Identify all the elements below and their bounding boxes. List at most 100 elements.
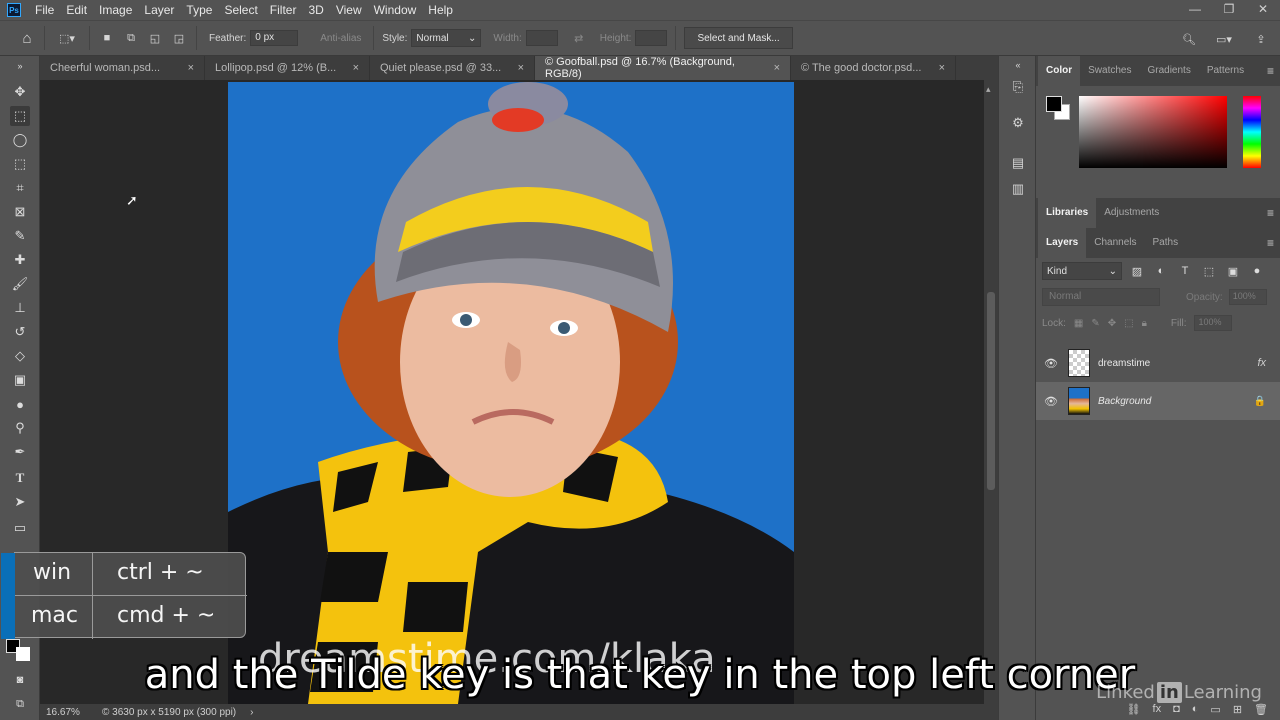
close-icon[interactable]: ×: [939, 62, 945, 74]
pen-tool-icon[interactable]: ✒︎: [10, 442, 30, 462]
workspace-icon[interactable]: ▭▾: [1210, 30, 1238, 48]
vertical-scrollbar[interactable]: ▴: [984, 80, 998, 704]
lock-all-icon[interactable]: 🔒︎: [1142, 318, 1147, 329]
brush-tool-icon[interactable]: 🖌︎: [10, 274, 30, 294]
color-picker-field[interactable]: [1079, 96, 1227, 168]
width-input[interactable]: [525, 30, 558, 46]
tab-color[interactable]: Color: [1038, 56, 1081, 86]
document-info[interactable]: © 3630 px x 5190 px (300 ppi): [102, 707, 236, 718]
menu-window[interactable]: Window: [368, 0, 423, 20]
style-select[interactable]: Normal ⌄: [411, 29, 482, 47]
clone-stamp-tool-icon[interactable]: ⊥: [10, 298, 30, 318]
scrollbar-thumb[interactable]: [987, 292, 995, 490]
close-icon[interactable]: ×: [774, 62, 780, 74]
lock-pixels-icon[interactable]: ▦: [1074, 318, 1083, 329]
crop-tool-icon[interactable]: ⌗: [10, 178, 30, 198]
collapse-panels-icon[interactable]: «: [1009, 56, 1027, 74]
close-icon[interactable]: ×: [518, 62, 524, 74]
eraser-tool-icon[interactable]: ◇: [10, 346, 30, 366]
visibility-eye-icon[interactable]: 👁︎: [1044, 395, 1060, 408]
new-layer-icon[interactable]: ⊞: [1233, 703, 1242, 716]
foreground-swatch[interactable]: [1046, 96, 1062, 112]
type-filter-icon[interactable]: T: [1176, 265, 1194, 277]
menu-view[interactable]: View: [330, 0, 368, 20]
menu-file[interactable]: File: [29, 0, 60, 20]
menu-help[interactable]: Help: [422, 0, 459, 20]
tab-gradients[interactable]: Gradients: [1139, 56, 1198, 86]
fill-input[interactable]: 100%: [1194, 315, 1233, 331]
tab-good-doctor[interactable]: © The good doctor.psd... ×: [791, 56, 956, 80]
adjustment-filter-icon[interactable]: ◐: [1152, 265, 1170, 277]
tab-cheerful-woman[interactable]: Cheerful woman.psd... ×: [40, 56, 205, 80]
path-select-tool-icon[interactable]: ➤: [10, 492, 30, 512]
marquee-preset-icon[interactable]: ⬚▾: [53, 29, 81, 47]
new-selection-icon[interactable]: ■: [98, 29, 116, 47]
shape-filter-icon[interactable]: ⬚: [1200, 265, 1218, 278]
collapse-toolbar-icon[interactable]: »: [10, 56, 30, 76]
status-menu-icon[interactable]: ›: [250, 707, 253, 718]
visibility-eye-icon[interactable]: 👁︎: [1044, 357, 1060, 370]
history-icon[interactable]: ⎘: [1009, 78, 1027, 96]
delete-layer-icon[interactable]: 🗑︎: [1254, 703, 1268, 716]
tab-goofball[interactable]: © Goofball.psd @ 16.7% (Background, RGB/…: [535, 56, 791, 80]
add-mask-icon[interactable]: ◘: [1173, 703, 1180, 715]
hue-slider[interactable]: [1243, 96, 1261, 168]
share-icon[interactable]: ⇪: [1252, 30, 1270, 48]
lock-artboard-icon[interactable]: ⬚: [1124, 318, 1133, 329]
link-layers-icon[interactable]: ⛓︎: [1127, 703, 1141, 716]
eyedropper-tool-icon[interactable]: ✎: [10, 226, 30, 246]
blend-mode-select[interactable]: Normal: [1042, 288, 1160, 306]
opacity-input[interactable]: 100%: [1228, 289, 1267, 305]
smart-object-filter-icon[interactable]: ▣: [1224, 265, 1242, 278]
menu-type[interactable]: Type: [180, 0, 218, 20]
scroll-up-icon[interactable]: ▴: [986, 84, 991, 95]
fx-icon[interactable]: fx: [1257, 357, 1266, 369]
properties-icon[interactable]: ⚙︎: [1009, 114, 1027, 132]
healing-brush-tool-icon[interactable]: ✚: [10, 250, 30, 270]
new-adjustment-icon[interactable]: ◐: [1192, 703, 1199, 715]
paragraph-icon[interactable]: ▥: [1009, 180, 1027, 198]
pixel-filter-icon[interactable]: ▨: [1128, 265, 1146, 278]
lasso-tool-icon[interactable]: ◯: [10, 130, 30, 150]
lock-paint-icon[interactable]: ✎: [1091, 318, 1099, 329]
history-brush-tool-icon[interactable]: ↺: [10, 322, 30, 342]
tab-quiet-please[interactable]: Quiet please.psd @ 33... ×: [370, 56, 535, 80]
blur-tool-icon[interactable]: ●: [10, 394, 30, 414]
rectangle-tool-icon[interactable]: ▭: [10, 518, 30, 538]
layer-row-dreamstime[interactable]: 👁︎ dreamstime fx: [1036, 344, 1280, 382]
tab-lollipop[interactable]: Lollipop.psd @ 12% (B... ×: [205, 56, 370, 80]
add-style-icon[interactable]: fx: [1153, 703, 1162, 715]
tab-libraries[interactable]: Libraries: [1038, 198, 1097, 228]
menu-layer[interactable]: Layer: [138, 0, 180, 20]
type-tool-icon[interactable]: T: [10, 468, 30, 488]
tab-paths[interactable]: Paths: [1145, 228, 1187, 258]
object-select-tool-icon[interactable]: ⬚: [10, 154, 30, 174]
close-window-icon[interactable]: ✕: [1246, 0, 1280, 18]
select-and-mask-button[interactable]: Select and Mask...: [684, 27, 793, 49]
move-tool-icon[interactable]: ✥: [10, 82, 30, 102]
gradient-tool-icon[interactable]: ▣: [10, 370, 30, 390]
zoom-level[interactable]: 16.67%: [40, 707, 90, 718]
height-input[interactable]: [635, 30, 668, 46]
minimize-icon[interactable]: —: [1178, 0, 1212, 18]
menu-filter[interactable]: Filter: [264, 0, 303, 20]
dodge-tool-icon[interactable]: ⚲: [10, 418, 30, 438]
document-photo[interactable]: dreamstime.com/klaka: [228, 82, 794, 704]
add-selection-icon[interactable]: ⧉: [122, 29, 140, 47]
filter-toggle-icon[interactable]: ●: [1248, 265, 1266, 277]
close-icon[interactable]: ×: [188, 62, 194, 74]
home-icon[interactable]: ⌂: [18, 29, 36, 47]
antialias-checkbox[interactable]: Anti-alias: [320, 33, 361, 44]
frame-tool-icon[interactable]: ⊠: [10, 202, 30, 222]
marquee-tool-icon[interactable]: ⬚: [10, 106, 30, 126]
tab-adjustments[interactable]: Adjustments: [1096, 198, 1167, 228]
tab-layers[interactable]: Layers: [1038, 228, 1087, 258]
panel-menu-icon[interactable]: ≡: [1267, 236, 1274, 250]
close-icon[interactable]: ×: [353, 62, 359, 74]
search-icon[interactable]: 🔍︎: [1180, 30, 1198, 48]
tab-channels[interactable]: Channels: [1086, 228, 1144, 258]
subtract-selection-icon[interactable]: ◱: [146, 29, 164, 47]
panel-menu-icon[interactable]: ≡: [1267, 64, 1274, 78]
intersect-selection-icon[interactable]: ◲: [170, 29, 188, 47]
tab-patterns[interactable]: Patterns: [1199, 56, 1252, 86]
